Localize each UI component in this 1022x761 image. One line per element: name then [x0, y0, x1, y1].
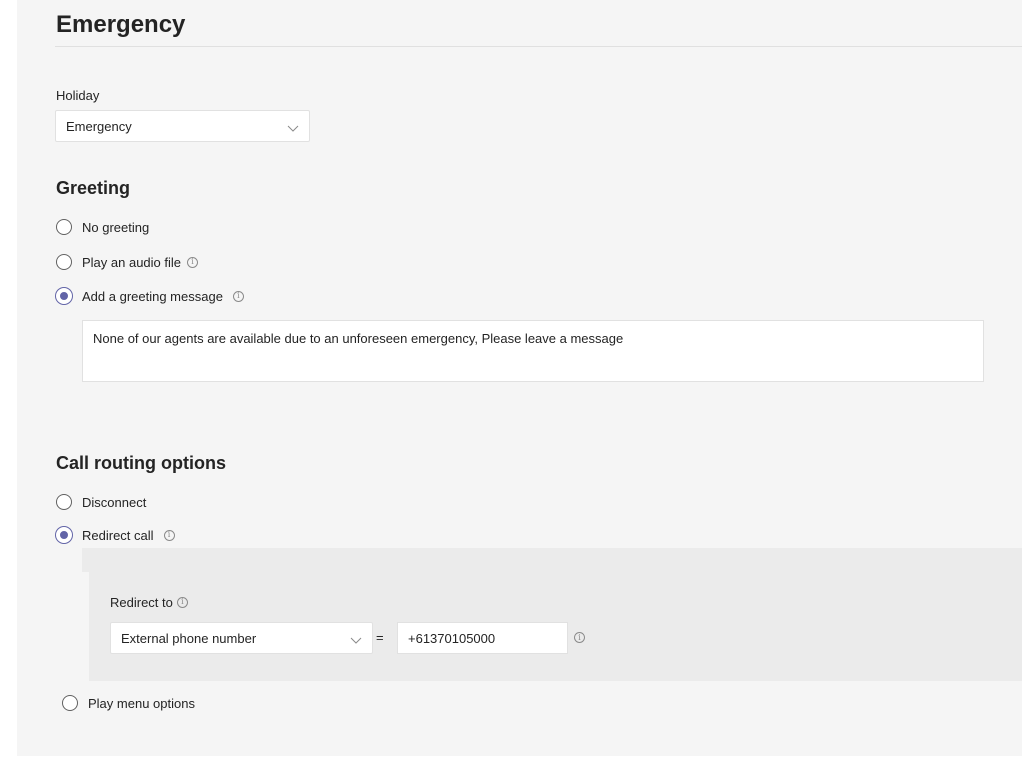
equals-sign: = — [376, 630, 384, 645]
info-icon[interactable]: i — [574, 632, 585, 643]
radio-indicator[interactable] — [56, 254, 72, 270]
radio-redirect-call[interactable]: Redirect call i — [56, 525, 175, 545]
radio-no-greeting[interactable]: No greeting — [56, 217, 149, 237]
radio-indicator[interactable] — [62, 695, 78, 711]
redirect-target-value: External phone number — [121, 631, 257, 646]
radio-label: Disconnect — [82, 494, 147, 510]
radio-label: No greeting — [82, 219, 150, 235]
redirect-strip — [82, 548, 1022, 572]
holiday-dropdown[interactable]: Emergency — [55, 110, 310, 142]
radio-add-greeting-message[interactable]: Add a greeting message i — [56, 286, 244, 306]
info-icon[interactable]: i — [187, 256, 199, 268]
radio-indicator[interactable] — [56, 494, 72, 510]
info-icon[interactable]: i — [176, 596, 188, 608]
radio-indicator[interactable] — [56, 527, 72, 543]
phone-number-input[interactable]: +61370105000 — [397, 622, 568, 654]
radio-indicator[interactable] — [56, 219, 72, 235]
info-icon[interactable]: i — [163, 529, 175, 541]
radio-indicator[interactable] — [56, 288, 72, 304]
radio-disconnect[interactable]: Disconnect — [56, 492, 146, 512]
holiday-label: Holiday — [56, 88, 100, 103]
holiday-selected-value: Emergency — [66, 119, 132, 134]
page-title: Emergency — [56, 11, 186, 38]
redirect-target-dropdown[interactable]: External phone number — [110, 622, 373, 654]
chevron-down-icon — [287, 121, 299, 136]
redirect-to-label-row: Redirect to i — [110, 592, 188, 612]
chevron-down-icon — [350, 633, 362, 648]
radio-label: Add a greeting message — [82, 288, 223, 304]
radio-label: Play an audio file — [82, 254, 182, 270]
redirect-to-label: Redirect to — [110, 594, 173, 610]
radio-label: Redirect call — [82, 527, 154, 543]
title-divider — [55, 46, 1022, 47]
call-routing-section-title: Call routing options — [56, 453, 226, 473]
greeting-message-input[interactable]: None of our agents are available due to … — [82, 320, 984, 382]
radio-play-audio-file[interactable]: Play an audio file i — [56, 252, 199, 272]
greeting-section-title: Greeting — [56, 178, 131, 198]
radio-play-menu-options[interactable]: Play menu options — [62, 693, 195, 713]
radio-label: Play menu options — [88, 695, 195, 711]
info-icon[interactable]: i — [232, 290, 244, 302]
